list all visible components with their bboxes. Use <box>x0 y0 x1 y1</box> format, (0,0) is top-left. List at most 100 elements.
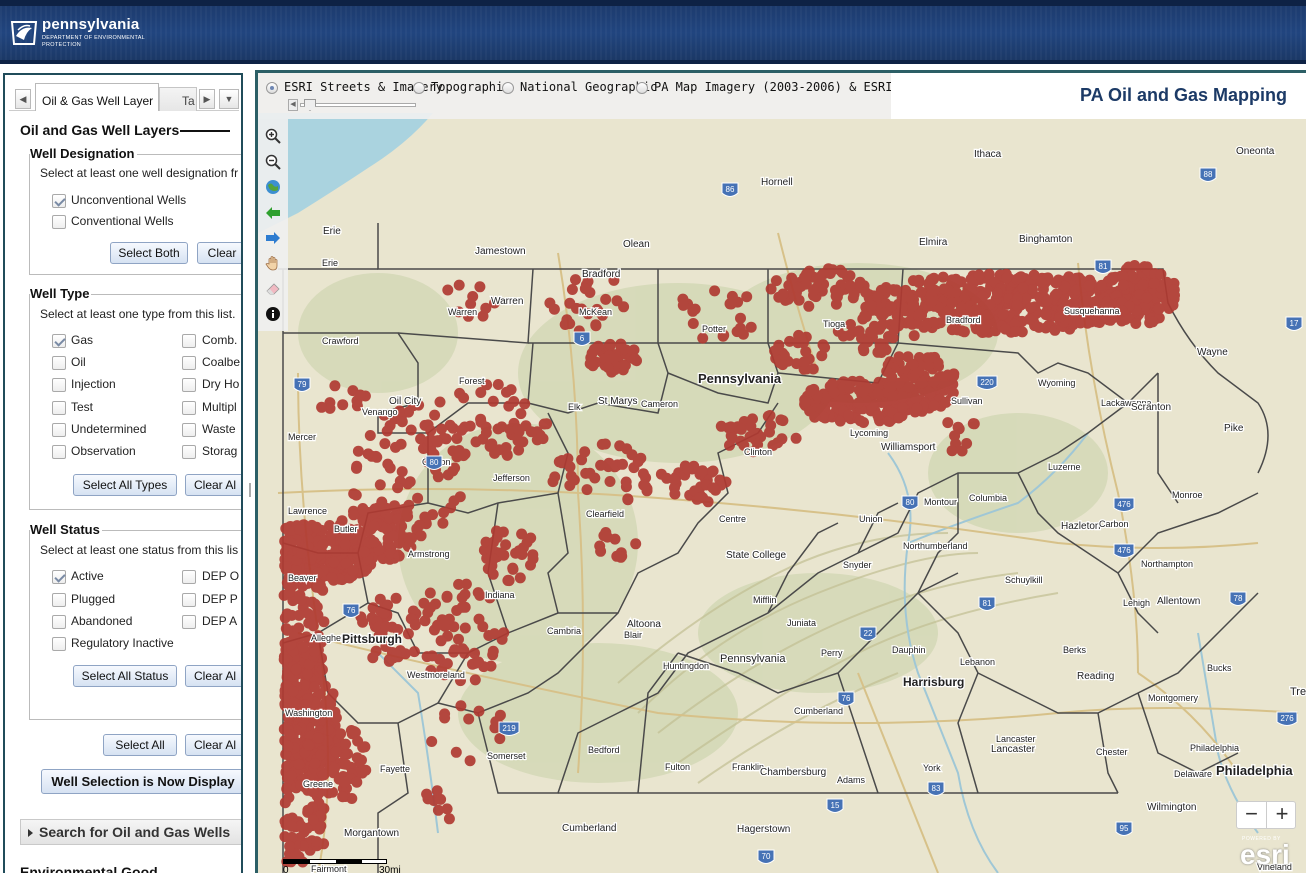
well-point[interactable] <box>777 288 789 300</box>
well-point[interactable] <box>464 755 476 767</box>
well-point[interactable] <box>429 409 441 421</box>
well-point[interactable] <box>384 462 396 474</box>
well-point[interactable] <box>836 394 848 405</box>
esri-logo[interactable]: POWERED BY esri <box>1240 836 1300 872</box>
well-point[interactable] <box>907 359 919 370</box>
well-point[interactable] <box>392 482 404 494</box>
well-point[interactable] <box>602 362 614 373</box>
well-point[interactable] <box>294 524 306 535</box>
well-point[interactable] <box>800 271 812 283</box>
well-point[interactable] <box>790 432 802 444</box>
well-point[interactable] <box>735 423 747 435</box>
well-point[interactable] <box>326 572 338 584</box>
well-point[interactable] <box>906 318 918 330</box>
well-point[interactable] <box>340 738 352 750</box>
well-point[interactable] <box>946 274 958 286</box>
well-point[interactable] <box>379 438 391 450</box>
well-point[interactable] <box>453 279 465 291</box>
well-point[interactable] <box>942 417 954 429</box>
well-point[interactable] <box>637 468 649 480</box>
well-point[interactable] <box>800 346 812 358</box>
type-multiple-checkbox[interactable] <box>182 401 196 415</box>
conventional-checkbox[interactable] <box>52 215 66 229</box>
well-point[interactable] <box>553 456 565 468</box>
well-point[interactable] <box>887 284 899 296</box>
well-point[interactable] <box>311 836 323 848</box>
well-point[interactable] <box>860 286 872 298</box>
well-point[interactable] <box>830 284 841 296</box>
well-point[interactable] <box>745 321 757 333</box>
well-point[interactable] <box>473 705 485 717</box>
pan-hand-icon[interactable] <box>265 255 281 271</box>
well-point[interactable] <box>715 420 727 432</box>
well-point[interactable] <box>474 589 486 601</box>
well-point[interactable] <box>896 292 908 304</box>
well-point[interactable] <box>561 314 573 326</box>
well-point[interactable] <box>809 411 821 423</box>
well-point[interactable] <box>581 484 593 496</box>
status-dep-o-checkbox[interactable] <box>182 570 196 584</box>
well-point[interactable] <box>697 332 709 344</box>
well-point[interactable] <box>519 398 531 410</box>
well-point[interactable] <box>354 389 366 401</box>
well-point[interactable] <box>669 488 681 500</box>
well-point[interactable] <box>448 495 460 507</box>
well-point[interactable] <box>531 434 543 446</box>
well-point[interactable] <box>953 423 965 435</box>
well-point[interactable] <box>463 713 475 725</box>
well-point[interactable] <box>632 456 644 468</box>
well-point[interactable] <box>424 587 436 599</box>
well-point[interactable] <box>484 441 496 452</box>
tab-second[interactable]: Ta <box>159 87 197 111</box>
eraser-icon[interactable] <box>265 280 281 296</box>
well-point[interactable] <box>296 547 307 559</box>
well-point[interactable] <box>764 426 775 438</box>
info-icon[interactable] <box>265 306 281 322</box>
well-point[interactable] <box>432 471 444 483</box>
clear-all-types-button[interactable]: Clear Al <box>185 474 241 496</box>
tab-oil-gas-well-layer[interactable]: Oil & Gas Well Layer <box>35 83 159 111</box>
well-point[interactable] <box>843 409 854 421</box>
well-point[interactable] <box>380 621 392 633</box>
well-point[interactable] <box>358 546 370 558</box>
well-point[interactable] <box>459 647 471 659</box>
well-point[interactable] <box>293 758 305 770</box>
well-point[interactable] <box>473 656 485 668</box>
well-point[interactable] <box>282 740 294 752</box>
well-point[interactable] <box>948 370 960 382</box>
well-point[interactable] <box>434 396 446 408</box>
well-point[interactable] <box>432 804 444 816</box>
well-point[interactable] <box>1027 284 1038 296</box>
well-point[interactable] <box>289 631 301 643</box>
well-point[interactable] <box>473 613 485 625</box>
basemap-radio-natgeo[interactable] <box>502 82 514 94</box>
well-point[interactable] <box>500 539 512 551</box>
well-point[interactable] <box>1040 309 1052 321</box>
well-point[interactable] <box>337 791 349 803</box>
type-gas-checkbox[interactable] <box>52 334 66 348</box>
well-point[interactable] <box>351 462 362 474</box>
well-point[interactable] <box>928 376 940 388</box>
type-undetermined-checkbox[interactable] <box>52 423 66 437</box>
well-point[interactable] <box>374 479 386 491</box>
well-point[interactable] <box>284 729 296 741</box>
well-point[interactable] <box>390 592 402 604</box>
well-point[interactable] <box>970 304 982 316</box>
well-point[interactable] <box>525 532 537 544</box>
well-point[interactable] <box>1051 288 1063 300</box>
type-waste-checkbox[interactable] <box>182 423 196 437</box>
well-point[interactable] <box>1169 289 1180 301</box>
select-both-button[interactable]: Select Both <box>110 242 188 264</box>
well-point[interactable] <box>412 492 424 504</box>
full-extent-icon[interactable] <box>265 179 281 195</box>
well-point[interactable] <box>459 601 471 613</box>
well-point[interactable] <box>854 276 866 288</box>
type-coalbed-checkbox[interactable] <box>182 356 196 370</box>
type-observation-checkbox[interactable] <box>52 445 66 459</box>
well-point[interactable] <box>938 378 950 390</box>
well-point[interactable] <box>352 445 364 457</box>
well-point[interactable] <box>284 840 296 852</box>
well-point[interactable] <box>309 646 321 658</box>
well-point[interactable] <box>1147 316 1159 328</box>
well-point[interactable] <box>885 381 897 393</box>
